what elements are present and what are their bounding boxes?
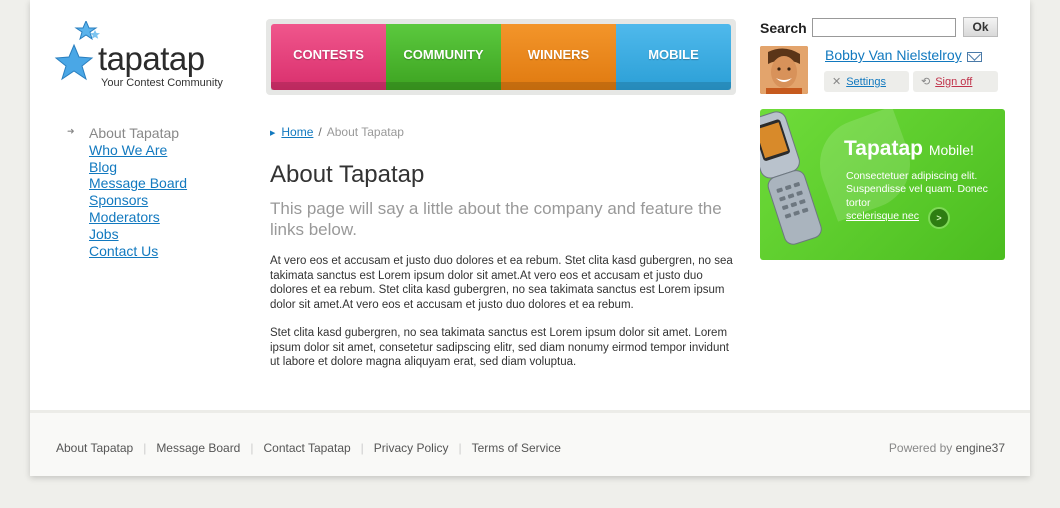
promo-title-sub: Mobile! — [928, 142, 974, 158]
settings-button[interactable]: ✕ Settings — [824, 71, 909, 92]
promo-link[interactable]: scelerisque nec — [846, 210, 919, 222]
nav-contests[interactable]: CONTESTS — [271, 24, 386, 90]
powered-by: Powered by engine37 — [889, 441, 1005, 455]
main-nav: CONTESTS COMMUNITY WINNERS MOBILE — [266, 19, 736, 95]
footer-link-terms[interactable]: Terms of Service — [472, 441, 561, 455]
powered-prefix: Powered by — [888, 441, 953, 455]
settings-label: Settings — [846, 75, 886, 88]
body-paragraph-2: Stet clita kasd gubergren, no sea takima… — [270, 327, 729, 369]
sidebar-item-who-we-are[interactable]: Who We Are — [89, 142, 167, 158]
sidebar-item-current: About Tapatap — [89, 125, 180, 141]
sidebar-item: Jobs — [89, 226, 187, 243]
footer-link-about[interactable]: About Tapatap — [56, 441, 133, 455]
logo-tagline: Your Contest Community — [101, 77, 223, 89]
sidebar-item-contact-us[interactable]: Contact Us — [89, 243, 158, 259]
breadcrumb: ▶ Home / About Tapatap — [270, 125, 404, 139]
nav-mobile[interactable]: MOBILE — [616, 24, 731, 90]
signoff-button[interactable]: ⟲ Sign off — [913, 71, 998, 92]
breadcrumb-home-link[interactable]: Home — [281, 125, 313, 139]
mobile-promo-banner[interactable]: Tapatap Mobile! Consectetuer adipiscing … — [760, 109, 1005, 260]
signoff-label: Sign off — [935, 75, 973, 88]
footer-separator: | — [360, 441, 364, 455]
sidebar-item-blog[interactable]: Blog — [89, 159, 117, 175]
signoff-icon: ⟲ — [921, 76, 931, 88]
nav-winners[interactable]: WINNERS — [501, 24, 616, 90]
mail-icon[interactable] — [967, 52, 982, 62]
star-logo-icon — [54, 21, 100, 81]
avatar-face-icon — [760, 46, 808, 94]
sidebar-item-jobs[interactable]: Jobs — [89, 226, 119, 242]
footer-separator: | — [143, 441, 147, 455]
footer-link-message-board[interactable]: Message Board — [156, 441, 240, 455]
promo-title-brand: Tapatap — [844, 137, 923, 160]
intro-text: This page will say a little about the co… — [270, 199, 722, 239]
footer-separator: | — [458, 441, 462, 455]
settings-x-icon: ✕ — [832, 76, 842, 88]
sidebar-item: Who We Are — [89, 142, 187, 159]
footer-links: About Tapatap | Message Board | Contact … — [56, 441, 561, 455]
logo[interactable]: tapatap Your Contest Community — [54, 18, 234, 94]
avatar[interactable] — [760, 46, 808, 94]
powered-brand-link[interactable]: engine37 — [956, 441, 1005, 455]
sidebar-item-message-board[interactable]: Message Board — [89, 175, 187, 191]
sidebar-item: Contact Us — [89, 243, 187, 260]
search-label: Search — [760, 20, 807, 36]
sidebar-nav: About Tapatap Who We Are Blog Message Bo… — [89, 125, 187, 259]
page-title: About Tapatap — [270, 161, 425, 188]
breadcrumb-current: About Tapatap — [326, 125, 404, 139]
search-ok-button[interactable]: Ok — [963, 17, 998, 37]
phone-icon — [760, 111, 822, 245]
sidebar-item: Blog — [89, 159, 187, 176]
sidebar-item-moderators[interactable]: Moderators — [89, 209, 160, 225]
footer-link-privacy[interactable]: Privacy Policy — [374, 441, 449, 455]
sidebar-item: Message Board — [89, 175, 187, 192]
breadcrumb-arrow-icon: ▶ — [270, 130, 276, 137]
body-paragraph-1: At vero eos et accusam et justo duo dolo… — [270, 255, 733, 311]
search-input[interactable] — [812, 18, 956, 37]
promo-text: Consectetuer adipiscing elit. Suspendiss… — [846, 170, 988, 209]
sidebar-item-sponsors[interactable]: Sponsors — [89, 192, 148, 208]
logo-wordmark: tapatap — [98, 40, 205, 77]
footer: About Tapatap | Message Board | Contact … — [30, 410, 1030, 476]
page: tapatap Your Contest Community CONTESTS … — [30, 0, 1030, 476]
footer-link-contact[interactable]: Contact Tapatap — [263, 441, 350, 455]
nav-community[interactable]: COMMUNITY — [386, 24, 501, 90]
breadcrumb-separator: / — [318, 125, 322, 139]
sidebar-arrow-icon: ➜ — [67, 126, 75, 136]
sidebar-item: Sponsors — [89, 192, 187, 209]
promo-arrow-icon[interactable]: > — [928, 207, 950, 229]
sidebar-item: Moderators — [89, 209, 187, 226]
footer-separator: | — [250, 441, 254, 455]
user-name-link[interactable]: Bobby Van Nielstelroy — [825, 47, 962, 63]
promo-title: Tapatap Mobile! — [844, 137, 974, 161]
